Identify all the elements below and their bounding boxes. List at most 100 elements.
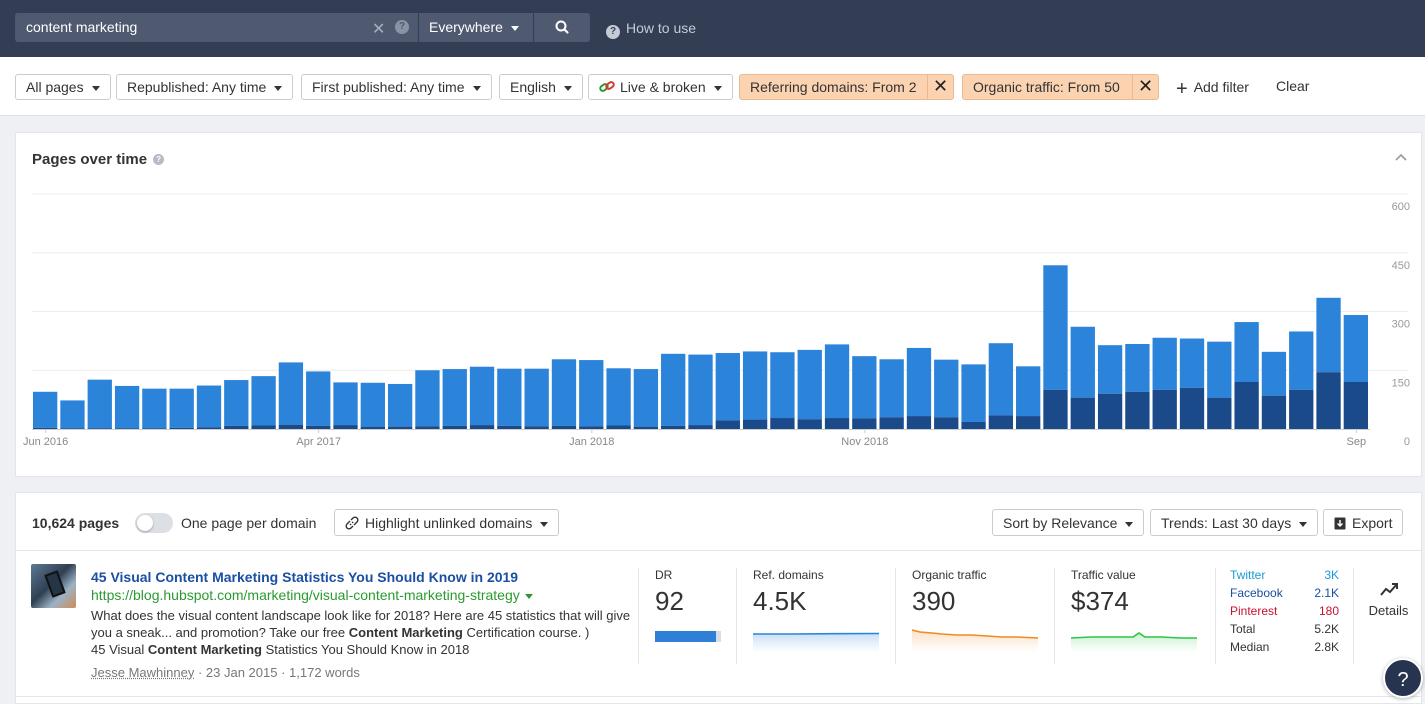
- search-input[interactable]: content marketing ✕ ?: [15, 13, 418, 42]
- bar-segment[interactable]: [306, 425, 331, 429]
- bar-segment[interactable]: [1179, 387, 1205, 429]
- bar-segment[interactable]: [224, 380, 249, 426]
- author-link[interactable]: Jesse Mawhinney: [91, 665, 194, 680]
- bar-segment[interactable]: [606, 425, 631, 429]
- bar-segment[interactable]: [387, 383, 413, 427]
- bar-segment[interactable]: [114, 385, 140, 429]
- bar-segment[interactable]: [988, 415, 1014, 429]
- bar-segment[interactable]: [797, 349, 822, 420]
- how-to-use-link[interactable]: ? How to use: [606, 20, 696, 39]
- result-url-link[interactable]: https://blog.hubspot.com/marketing/visua…: [91, 587, 533, 603]
- bar-segment[interactable]: [551, 359, 577, 426]
- bar-segment[interactable]: [333, 425, 358, 429]
- bar-segment[interactable]: [852, 418, 877, 429]
- bar-segment[interactable]: [87, 428, 112, 429]
- bar-segment[interactable]: [306, 371, 331, 426]
- bar-segment[interactable]: [1343, 315, 1368, 382]
- bar-segment[interactable]: [60, 428, 85, 429]
- link-status-dropdown[interactable]: Live & broken: [588, 74, 733, 100]
- bar-segment[interactable]: [1016, 366, 1041, 417]
- clear-search-icon[interactable]: ✕: [372, 19, 385, 39]
- bar-segment[interactable]: [661, 425, 686, 429]
- search-button[interactable]: [534, 13, 590, 42]
- bar-segment[interactable]: [742, 351, 768, 420]
- bar-segment[interactable]: [988, 343, 1014, 416]
- bar-segment[interactable]: [497, 368, 522, 426]
- bar-segment[interactable]: [688, 425, 713, 429]
- bar-segment[interactable]: [415, 370, 440, 427]
- bar-segment[interactable]: [33, 391, 58, 428]
- bar-segment[interactable]: [1207, 397, 1232, 429]
- bar-segment[interactable]: [1097, 393, 1123, 429]
- bar-segment[interactable]: [442, 369, 467, 426]
- bar-segment[interactable]: [1152, 389, 1177, 429]
- bar-segment[interactable]: [1097, 345, 1123, 394]
- bar-segment[interactable]: [1261, 395, 1287, 429]
- bar-segment[interactable]: [524, 426, 549, 429]
- bar-segment[interactable]: [906, 347, 932, 417]
- bar-segment[interactable]: [1152, 337, 1177, 390]
- bar-segment[interactable]: [196, 427, 222, 429]
- bar-segment[interactable]: [742, 419, 768, 429]
- bar-segment[interactable]: [824, 344, 850, 419]
- bar-segment[interactable]: [824, 418, 850, 429]
- bar-segment[interactable]: [579, 360, 604, 427]
- bar-segment[interactable]: [906, 416, 932, 429]
- bar-segment[interactable]: [142, 428, 167, 429]
- bar-segment[interactable]: [934, 417, 959, 429]
- help-chat-button[interactable]: ?: [1383, 658, 1423, 698]
- bar-segment[interactable]: [934, 359, 959, 418]
- bar-segment[interactable]: [360, 382, 385, 427]
- bar-segment[interactable]: [387, 426, 413, 429]
- sort-dropdown[interactable]: Sort by Relevance: [992, 509, 1145, 536]
- bar-segment[interactable]: [1043, 389, 1068, 429]
- bar-segment[interactable]: [442, 425, 467, 429]
- organic-traffic-filter[interactable]: Organic traffic: From 50 ✕: [962, 74, 1159, 100]
- help-icon[interactable]: ?: [395, 20, 409, 34]
- bar-segment[interactable]: [469, 425, 495, 429]
- bar-segment[interactable]: [1016, 416, 1041, 429]
- highlight-unlinked-dropdown[interactable]: Highlight unlinked domains: [334, 509, 560, 536]
- bar-segment[interactable]: [33, 427, 58, 429]
- bar-segment[interactable]: [1125, 344, 1150, 392]
- bar-segment[interactable]: [770, 352, 795, 419]
- clear-filters-button[interactable]: Clear: [1276, 78, 1309, 94]
- bar-segment[interactable]: [278, 424, 304, 429]
- bar-segment[interactable]: [715, 420, 740, 429]
- bar-segment[interactable]: [497, 425, 522, 429]
- bar-segment[interactable]: [579, 426, 604, 429]
- bar-segment[interactable]: [961, 364, 986, 422]
- bar-segment[interactable]: [1179, 338, 1205, 388]
- bar-segment[interactable]: [1261, 351, 1287, 396]
- bar-segment[interactable]: [1316, 297, 1341, 373]
- bar-segment[interactable]: [1289, 331, 1314, 390]
- republished-dropdown[interactable]: Republished: Any time: [116, 74, 294, 100]
- bar-segment[interactable]: [196, 385, 222, 428]
- bar-segment[interactable]: [169, 427, 194, 429]
- search-mode-dropdown[interactable]: Everywhere: [419, 13, 533, 42]
- referring-domains-filter[interactable]: Referring domains: From 2 ✕: [739, 74, 954, 100]
- bar-segment[interactable]: [524, 368, 549, 427]
- bar-segment[interactable]: [606, 368, 631, 426]
- bar-segment[interactable]: [1289, 389, 1314, 429]
- search-query[interactable]: content marketing: [26, 19, 137, 35]
- bar-segment[interactable]: [879, 359, 904, 418]
- bar-segment[interactable]: [715, 353, 740, 421]
- bar-segment[interactable]: [251, 425, 276, 429]
- remove-filter-icon[interactable]: ✕: [927, 75, 953, 99]
- bar-segment[interactable]: [1316, 372, 1341, 429]
- bar-segment[interactable]: [415, 426, 440, 429]
- bar-segment[interactable]: [251, 376, 276, 426]
- bar-segment[interactable]: [879, 417, 904, 429]
- bar-segment[interactable]: [551, 425, 577, 429]
- bar-segment[interactable]: [770, 418, 795, 429]
- bar-segment[interactable]: [633, 426, 659, 429]
- bar-segment[interactable]: [1043, 265, 1068, 390]
- bar-segment[interactable]: [469, 366, 495, 426]
- bar-segment[interactable]: [1343, 382, 1368, 429]
- bar-segment[interactable]: [633, 369, 659, 427]
- bar-segment[interactable]: [333, 382, 358, 426]
- bar-segment[interactable]: [1234, 382, 1259, 429]
- bar-segment[interactable]: [224, 425, 249, 429]
- bar-segment[interactable]: [114, 428, 140, 429]
